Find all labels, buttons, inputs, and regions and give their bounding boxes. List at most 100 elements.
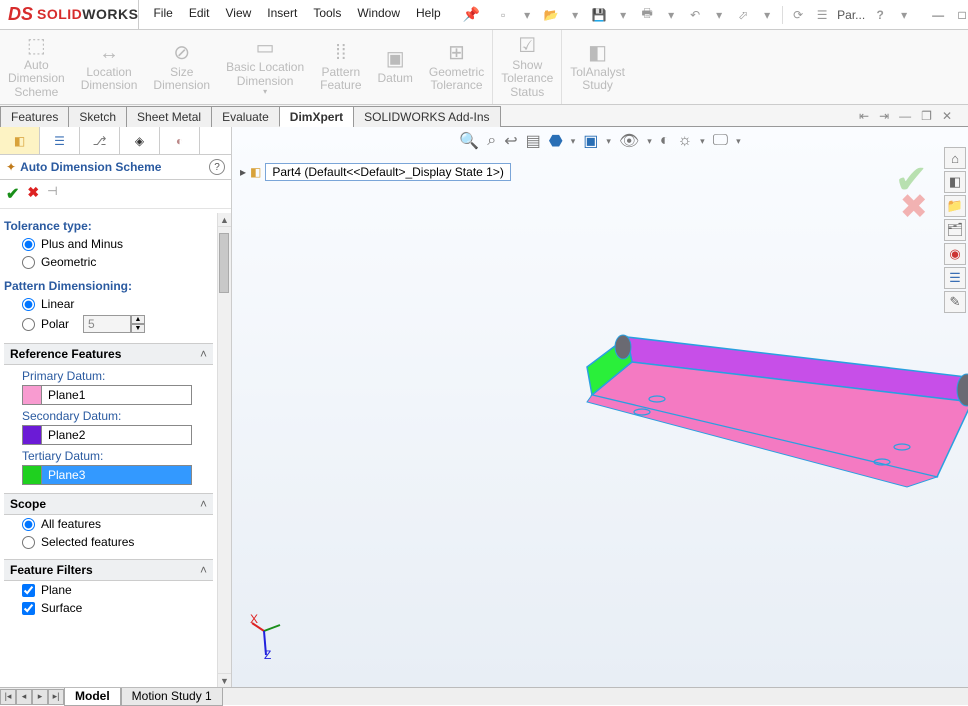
appearances-tab-icon[interactable]: ☰ (944, 267, 966, 289)
bottom-tab-motion-study[interactable]: Motion Study 1 (121, 688, 223, 706)
menu-help[interactable]: Help (416, 6, 441, 23)
check-surface[interactable]: Surface (4, 599, 213, 617)
display-style-icon[interactable]: ▣ (583, 131, 598, 151)
edit-appearance-icon[interactable]: ◐ (660, 132, 670, 150)
ribbon-auto-dim-scheme[interactable]: ⬚AutoDimensionScheme (0, 30, 73, 104)
tab-sheet-metal[interactable]: Sheet Metal (126, 106, 212, 127)
file-explorer-icon[interactable]: 🗂 (944, 219, 966, 241)
orientation-triad[interactable]: X Z (252, 619, 292, 659)
radio-linear[interactable]: Linear (4, 295, 213, 313)
tertiary-datum-field[interactable]: Plane3 (22, 465, 213, 485)
dropdown-icon[interactable]: ▾ (571, 136, 576, 147)
menu-file[interactable]: File (153, 6, 172, 23)
tertiary-datum-value[interactable]: Plane3 (42, 465, 192, 485)
radio-geometric[interactable]: Geometric (4, 253, 213, 271)
menu-insert[interactable]: Insert (267, 6, 297, 23)
primary-datum-field[interactable]: Plane1 (22, 385, 213, 405)
panel-scrollbar[interactable]: ▲ ▼ (217, 213, 231, 687)
new-doc-icon[interactable]: ▫ (494, 6, 512, 24)
reference-features-group[interactable]: Reference Features ˄ (4, 343, 213, 365)
ribbon-geo-tol[interactable]: ⊞GeometricTolerance (421, 30, 492, 104)
polar-count-spinner[interactable]: ▲▼ (83, 315, 145, 333)
view-palette-icon[interactable]: ◉ (944, 243, 966, 265)
section-view-icon[interactable]: ▤ (526, 131, 541, 151)
model-3d-view[interactable] (567, 307, 968, 527)
scope-group[interactable]: Scope ˄ (4, 493, 213, 515)
options-icon[interactable]: ☰ (813, 6, 831, 24)
ok-button[interactable]: ✔ (6, 184, 19, 204)
nav-last-icon[interactable]: ▸| (48, 689, 64, 705)
tab-sketch[interactable]: Sketch (68, 106, 127, 127)
view-orient-icon[interactable]: ⬣ (549, 131, 563, 151)
collapse-left-icon[interactable]: ⇤ (859, 109, 869, 123)
feature-manager-tab[interactable]: ◧ (0, 127, 40, 154)
expand-tree-icon[interactable]: ▸ (240, 165, 246, 179)
rebuild-icon[interactable]: ⟳ (789, 6, 807, 24)
dropdown-icon[interactable]: ▾ (758, 6, 776, 24)
ribbon-datum[interactable]: ▣Datum (370, 30, 421, 104)
display-manager-tab[interactable]: ◐ (160, 127, 200, 154)
collapse-right-icon[interactable]: ⇥ (879, 109, 889, 123)
print-icon[interactable]: 🖶 (638, 6, 656, 24)
dropdown-icon[interactable]: ▾ (662, 6, 680, 24)
menu-tools[interactable]: Tools (313, 6, 341, 23)
graphics-viewport[interactable]: 🔍 ⌕ ↩ ▤ ⬣▾ ▣▾ 👁▾ ◐ ☼▾ 🖵▾ ▸ ◧ Part4 (Defa… (232, 127, 968, 687)
secondary-datum-field[interactable]: Plane2 (22, 425, 213, 445)
tab-addins[interactable]: SOLIDWORKS Add-Ins (353, 106, 500, 127)
dropdown-icon[interactable]: ▾ (895, 6, 913, 24)
config-manager-tab[interactable]: ⎇ (80, 127, 120, 154)
tab-evaluate[interactable]: Evaluate (211, 106, 280, 127)
apply-scene-icon[interactable]: ☼ (677, 132, 692, 150)
nav-next-icon[interactable]: ▸ (32, 689, 48, 705)
spin-up-icon[interactable]: ▲ (131, 315, 145, 324)
undo-icon[interactable]: ↶ (686, 6, 704, 24)
scroll-down-icon[interactable]: ▼ (218, 673, 231, 687)
primary-datum-value[interactable]: Plane1 (42, 385, 192, 405)
save-icon[interactable]: 💾 (590, 6, 608, 24)
select-icon[interactable]: ⬀ (734, 6, 752, 24)
pin-icon[interactable]: 📌 (463, 6, 480, 23)
minimize-button[interactable]: — (927, 4, 949, 26)
dropdown-icon[interactable]: ▾ (647, 136, 652, 147)
zoom-fit-icon[interactable]: 🔍 (459, 131, 479, 151)
scroll-up-icon[interactable]: ▲ (218, 213, 231, 227)
resources-tab-icon[interactable]: ◧ (944, 171, 966, 193)
restore-doc-icon[interactable]: ❐ (921, 109, 932, 123)
ribbon-tolanalyst[interactable]: ◧TolAnalystStudy (561, 30, 633, 104)
check-plane[interactable]: Plane (4, 581, 213, 599)
dropdown-icon[interactable]: ▾ (606, 136, 611, 147)
part-breadcrumb[interactable]: Part4 (Default<<Default>_Display State 1… (265, 163, 510, 181)
previous-view-icon[interactable]: ↩ (504, 131, 517, 151)
pushpin-icon[interactable]: ⊣ (47, 184, 57, 204)
polar-count-input[interactable] (83, 315, 131, 333)
nav-first-icon[interactable]: |◂ (0, 689, 16, 705)
design-library-icon[interactable]: 📁 (944, 195, 966, 217)
scroll-thumb[interactable] (219, 233, 229, 293)
nav-prev-icon[interactable]: ◂ (16, 689, 32, 705)
dropdown-icon[interactable]: ▾ (518, 6, 536, 24)
maximize-button[interactable]: □ (951, 4, 968, 26)
home-tab-icon[interactable]: ⌂ (944, 147, 966, 169)
ribbon-basic-location[interactable]: ▭Basic LocationDimension▾ (218, 30, 312, 104)
radio-plus-minus[interactable]: Plus and Minus (4, 235, 213, 253)
tab-features[interactable]: Features (0, 106, 69, 127)
tab-dimxpert[interactable]: DimXpert (279, 106, 354, 127)
view-settings-icon[interactable]: 🖵 (713, 132, 728, 150)
confirm-cancel-icon[interactable]: ✖ (900, 187, 929, 227)
help-icon[interactable]: ? (871, 6, 889, 24)
dimxpert-manager-tab[interactable]: ◈ (120, 127, 160, 154)
menu-edit[interactable]: Edit (189, 6, 210, 23)
cancel-button[interactable]: ✖ (27, 184, 39, 204)
close-doc-icon[interactable]: ✕ (942, 109, 952, 123)
property-manager-tab[interactable]: ☰ (40, 127, 80, 154)
menu-window[interactable]: Window (357, 6, 400, 23)
dropdown-icon[interactable]: ▾ (614, 6, 632, 24)
zoom-area-icon[interactable]: ⌕ (487, 132, 496, 150)
ribbon-show-tol[interactable]: ☑ShowToleranceStatus (492, 30, 561, 104)
radio-polar[interactable]: Polar ▲▼ (4, 313, 213, 335)
hide-show-icon[interactable]: 👁 (619, 131, 639, 151)
open-icon[interactable]: 📂 (542, 6, 560, 24)
bottom-tab-model[interactable]: Model (64, 688, 121, 706)
radio-all-features[interactable]: All features (4, 515, 213, 533)
ribbon-size-dim[interactable]: ⊘SizeDimension (145, 30, 218, 104)
